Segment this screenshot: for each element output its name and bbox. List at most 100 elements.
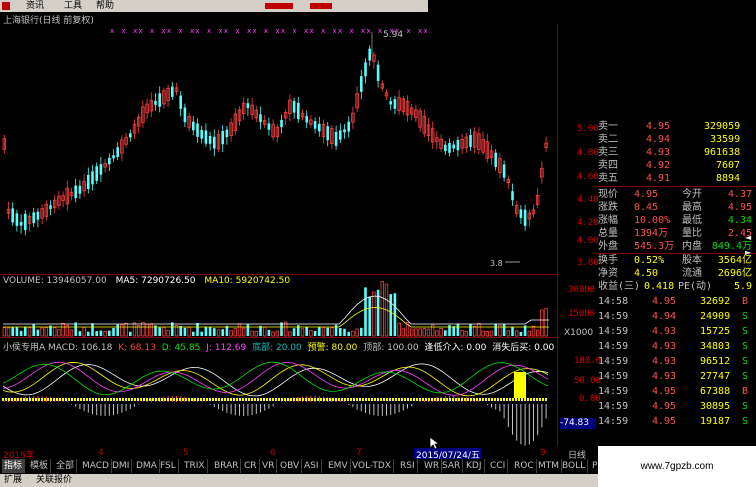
candle-body <box>87 174 90 190</box>
macd-bar <box>390 404 392 415</box>
volume-bar <box>95 331 98 336</box>
menu-bar: 资讯 工具 帮助 <box>0 0 428 12</box>
macd-bar <box>104 404 106 416</box>
signal-marker: x <box>321 27 325 35</box>
candle-body <box>448 143 451 153</box>
ask-row-4[interactable]: 卖四 4.92 7607 <box>596 159 756 172</box>
signal-marker: x <box>207 27 211 35</box>
tab-asi[interactable]: ASI <box>302 459 322 473</box>
volume-bar <box>11 327 14 336</box>
ask-row-3[interactable]: 卖三 4.93 961638 <box>596 146 756 159</box>
tab-emv[interactable]: EMV <box>326 459 351 473</box>
baseline-dot <box>281 398 283 401</box>
volume-bar <box>166 329 170 337</box>
volume-bar <box>334 324 338 336</box>
tab-roc[interactable]: ROC <box>512 459 537 473</box>
baseline-dot <box>530 398 532 401</box>
tab-boll[interactable]: BOLL <box>560 459 589 473</box>
menu-item-help[interactable]: 帮助 <box>96 0 114 12</box>
scroll-left-icon[interactable]: ◄ <box>745 233 751 242</box>
baseline-dot <box>308 398 310 401</box>
ask-label: 卖五 <box>598 173 618 184</box>
baseline-dot <box>389 398 391 401</box>
signal-marker: x <box>133 27 137 35</box>
tab-cci[interactable]: CCI <box>488 459 509 473</box>
baseline-dot <box>332 398 334 401</box>
tick-row: 14:59 4.95 67388 B <box>596 385 756 398</box>
tab-sar[interactable]: SAR <box>440 459 464 473</box>
tab-rsi[interactable]: RSI <box>398 459 418 473</box>
tick-time: 14:59 <box>598 326 629 337</box>
baseline-dot <box>233 398 235 401</box>
macd-bar <box>251 404 253 416</box>
tab-vol-tdx[interactable]: VOL-TDX <box>350 459 394 473</box>
menu-item-news[interactable]: 资讯 <box>26 0 44 12</box>
volume-bar <box>355 328 359 337</box>
baseline-dot <box>257 398 259 401</box>
baseline-dot <box>215 398 217 401</box>
tab-macd[interactable]: MACD <box>80 459 112 473</box>
baseline-dot <box>341 398 343 401</box>
tab-kdj[interactable]: KDJ <box>464 459 485 473</box>
baseline-dot <box>305 398 307 401</box>
tab-vr[interactable]: VR <box>260 459 278 473</box>
candle-body <box>129 133 132 138</box>
ask-row-2[interactable]: 卖二 4.94 33599 <box>596 133 756 146</box>
macd-bar <box>512 404 513 435</box>
status-expand[interactable]: 扩展 <box>4 474 22 487</box>
tab--[interactable]: 模板 <box>28 459 52 473</box>
baseline-dot <box>65 398 67 401</box>
volume-bar <box>91 323 94 336</box>
tab-fsl[interactable]: FSL <box>158 459 179 473</box>
baseline-dot <box>161 398 163 401</box>
baseline-dot <box>110 398 112 401</box>
volume-bar <box>196 322 199 336</box>
baseline-dot <box>434 398 436 401</box>
signal-marker: x <box>276 27 280 35</box>
volume-bar <box>544 308 548 337</box>
baseline-dot <box>113 398 115 401</box>
baseline-dot <box>392 398 394 401</box>
baseline-dot <box>137 398 139 401</box>
date-label: 4 <box>98 448 104 458</box>
menu-item-tools[interactable]: 工具 <box>64 0 82 12</box>
baseline-dot <box>503 398 505 401</box>
baseline-dot <box>515 398 517 401</box>
tab-dma[interactable]: DMA <box>134 459 160 473</box>
scroll-right-icon[interactable]: ► <box>745 248 751 257</box>
volume-bar <box>108 330 111 336</box>
baseline-dot <box>527 398 529 401</box>
tab--[interactable]: 全部 <box>54 459 78 473</box>
tab-trix[interactable]: TRIX <box>182 459 208 473</box>
ask-row-5[interactable]: 卖五 4.91 8894 <box>596 172 756 185</box>
candle-body <box>95 166 98 181</box>
tab-obv[interactable]: OBV <box>278 459 303 473</box>
status-linked-quote[interactable]: 关联报价 <box>36 474 72 487</box>
baseline-dot <box>20 398 22 401</box>
macd-bar <box>218 404 219 410</box>
tab--[interactable]: 指标 <box>2 459 26 473</box>
tab-mtm[interactable]: MTM <box>536 459 563 473</box>
signal-marker: x <box>179 27 183 35</box>
baseline-dot <box>353 398 355 401</box>
baseline-dot <box>290 398 292 401</box>
macd-bar <box>134 404 135 407</box>
macd-bar <box>360 404 362 412</box>
tab-brar[interactable]: BRAR <box>212 459 242 473</box>
macd-bar <box>344 401 345 402</box>
tab-dmi[interactable]: DMI <box>110 459 133 473</box>
baseline-dot <box>335 398 337 401</box>
macd-bar <box>503 404 505 419</box>
macd-top: 顶部: 100.00 <box>363 343 419 353</box>
baseline-dot <box>236 398 238 401</box>
baseline-dot <box>365 398 367 401</box>
volume-bar <box>389 294 392 336</box>
tick-direction: S <box>742 341 749 352</box>
tab-cr[interactable]: CR <box>242 459 260 473</box>
chart-canvas[interactable]: xxxxxxxxxxxxxxxxxxxxxxxxxxxxxxxxxx <box>0 24 596 446</box>
quote-row: 现价 4.95 今开 4.37 <box>596 188 756 201</box>
volume-bar <box>6 327 11 337</box>
candle-body <box>511 191 514 201</box>
ask-row-1[interactable]: 卖一 4.95 329059 <box>596 120 756 133</box>
candle-body <box>368 48 371 61</box>
